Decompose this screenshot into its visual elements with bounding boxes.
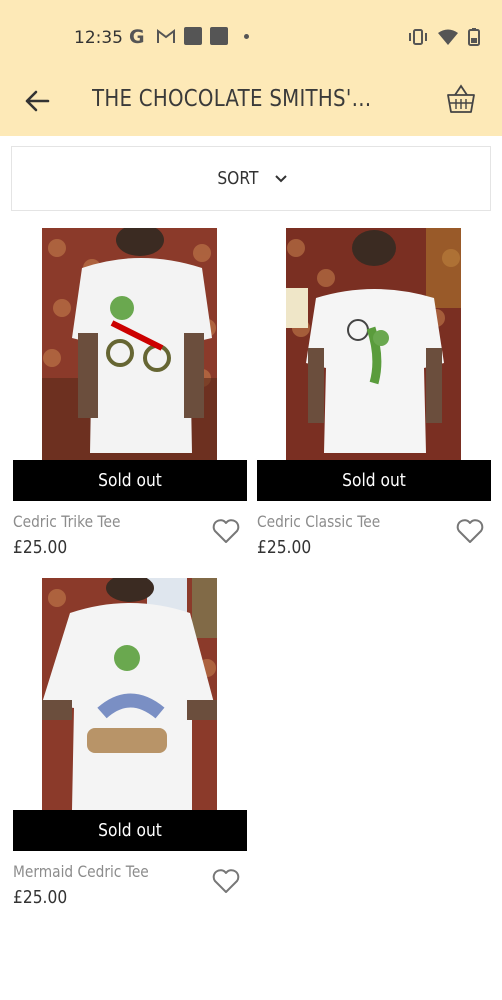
heart-outline-icon[interactable] <box>212 518 240 544</box>
product-price: £25.00 <box>257 537 312 558</box>
product-name[interactable]: Cedric Classic Tee <box>257 512 380 531</box>
sold-out-label: Sold out <box>342 470 406 491</box>
sold-out-label: Sold out <box>98 820 162 841</box>
sort-dropdown[interactable]: SORT <box>11 146 491 211</box>
app-icon <box>210 27 228 45</box>
heart-outline-icon[interactable] <box>212 868 240 894</box>
product-price: £25.00 <box>13 537 68 558</box>
product-image[interactable] <box>42 578 217 810</box>
product-image[interactable] <box>42 228 217 460</box>
chevron-down-icon <box>275 174 287 182</box>
page-title: THE CHOCOLATE SMITHS' MERCH... <box>92 86 376 112</box>
gmail-icon <box>157 29 175 43</box>
status-bar: 12:35 G <box>0 0 502 72</box>
system-icons <box>408 28 480 46</box>
battery-icon <box>468 28 480 46</box>
product-image[interactable] <box>286 228 461 460</box>
product-name[interactable]: Cedric Trike Tee <box>13 512 120 531</box>
svg-text:G: G <box>129 26 145 46</box>
vibrate-icon <box>409 29 427 45</box>
sold-out-badge: Sold out <box>13 460 247 501</box>
product-price: £25.00 <box>13 887 68 908</box>
wifi-icon <box>438 29 458 45</box>
basket-icon[interactable] <box>444 82 478 116</box>
product-name[interactable]: Mermaid Cedric Tee <box>13 862 149 881</box>
app-header: THE CHOCOLATE SMITHS' MERCH... <box>0 72 502 136</box>
arrow-left-icon[interactable] <box>22 86 52 116</box>
dot-icon <box>244 33 249 39</box>
heart-outline-icon[interactable] <box>456 518 484 544</box>
product-card[interactable]: Sold out Cedric Trike Tee £25.00 <box>13 228 247 558</box>
notification-icons: G <box>128 26 249 46</box>
sold-out-label: Sold out <box>98 470 162 491</box>
google-icon: G <box>129 26 145 46</box>
status-time: 12:35 <box>74 28 123 48</box>
product-card[interactable]: Sold out Cedric Classic Tee £25.00 <box>257 228 491 558</box>
sold-out-badge: Sold out <box>257 460 491 501</box>
app-icon <box>184 27 202 45</box>
sort-label: SORT <box>217 168 259 189</box>
sold-out-badge: Sold out <box>13 810 247 851</box>
product-card[interactable]: Sold out Mermaid Cedric Tee £25.00 <box>13 578 247 908</box>
